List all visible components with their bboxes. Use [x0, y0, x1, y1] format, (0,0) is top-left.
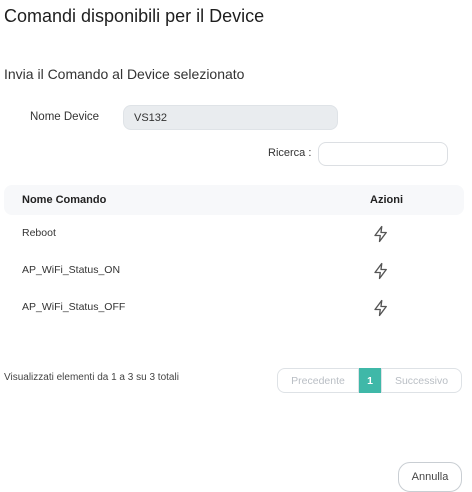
- device-name-field: VS132: [123, 105, 338, 130]
- table-header: Nome Comando Azioni: [4, 185, 464, 215]
- command-name: AP_WiFi_Status_OFF: [22, 301, 126, 313]
- next-page-button[interactable]: Successivo: [381, 368, 462, 393]
- column-header-actions: Azioni: [370, 194, 403, 206]
- device-name-value: VS132: [134, 111, 168, 124]
- lightning-icon[interactable]: [372, 225, 390, 243]
- command-name: Reboot: [22, 227, 56, 239]
- modal-subtitle: Invia il Comando al Device selezionato: [4, 66, 245, 82]
- previous-page-button[interactable]: Precedente: [277, 368, 359, 393]
- device-name-label: Nome Device: [30, 111, 100, 123]
- command-name: AP_WiFi_Status_ON: [22, 264, 121, 276]
- search-label: Ricerca :: [268, 147, 312, 159]
- column-header-name[interactable]: Nome Comando: [22, 194, 106, 206]
- modal-title: Comandi disponibili per il Device: [4, 6, 265, 26]
- search-input[interactable]: [318, 142, 448, 166]
- lightning-icon[interactable]: [372, 262, 390, 280]
- lightning-icon[interactable]: [372, 299, 390, 317]
- pagination: Precedente 1 Successivo: [277, 368, 462, 393]
- table-row: AP_WiFi_Status_OFF: [4, 293, 464, 323]
- page-1-button[interactable]: 1: [359, 368, 381, 393]
- table-row: Reboot: [4, 219, 464, 249]
- table-row: AP_WiFi_Status_ON: [4, 256, 464, 286]
- cancel-button[interactable]: Annulla: [398, 462, 462, 492]
- table-info: Visualizzati elementi da 1 a 3 su 3 tota…: [4, 372, 179, 383]
